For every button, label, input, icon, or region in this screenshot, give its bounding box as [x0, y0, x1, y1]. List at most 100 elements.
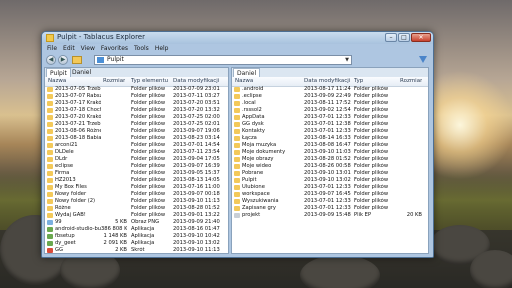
table-row[interactable]: 99 5 KB Obraz PNG 2013-09-09 21:40 — [45, 219, 228, 226]
table-row[interactable]: Wyszukiwania 2013-07-01 12:33 Folder plikó… — [232, 198, 428, 205]
table-row[interactable]: android-studio-bu...386 808 KB Aplikacja 2… — [45, 226, 228, 233]
cell-type: Folder plików — [354, 114, 389, 120]
cell-name: Zapisane gry — [242, 205, 276, 211]
cell-name: Moje wideo — [242, 163, 272, 169]
cell-name: 2013-07-20 Kraków,... — [55, 114, 101, 120]
menu-file[interactable]: File — [47, 45, 57, 54]
column-type[interactable]: Typ elementu — [131, 77, 168, 86]
folder-icon — [47, 150, 53, 155]
column-type[interactable]: Typ — [354, 77, 363, 86]
folder-icon — [234, 171, 240, 176]
table-row[interactable]: 2013-07-05 Trzebinia Folder plików 2013-07… — [45, 86, 228, 93]
table-row[interactable]: .eclipse 2013-09-09 22:49 Folder plików — [232, 93, 428, 100]
table-row[interactable]: workspace 2013-09-07 16:45 Folder plików — [232, 191, 428, 198]
cell-date: 2013-07-01 12:38 — [304, 121, 351, 127]
right-pane[interactable]: Daniel Nazwa Data modyfikacji Typ Rozmia… — [231, 67, 429, 254]
table-row[interactable]: .rsssol2 2013-09-02 12:54 Folder plików — [232, 107, 428, 114]
table-row[interactable]: Pulpit 2013-09-10 13:02 Folder plików — [232, 177, 428, 184]
maximize-button[interactable]: □ — [398, 33, 410, 42]
table-row[interactable]: projekt 2013-09-09 15:48 Plik EP 20 KB — [232, 212, 428, 219]
table-row[interactable]: .android 2013-08-17 11:24 Folder plików — [232, 86, 428, 93]
cell-type: Folder plików — [131, 163, 166, 169]
cell-type: Folder plików — [354, 170, 389, 176]
folder-icon — [47, 122, 53, 127]
left-pane[interactable]: Pulpit Daniel Nazwa Rozmiar Typ elementu… — [44, 67, 229, 254]
table-row[interactable]: Moje obrazy 2013-08-28 01:52 Folder plików — [232, 156, 428, 163]
cell-type: Folder plików — [354, 93, 389, 99]
title-bar[interactable]: Pulpit - Tablacus Explorer – □ ✕ — [42, 32, 433, 44]
table-row[interactable]: Kontakty 2013-07-01 12:33 Folder plików — [232, 128, 428, 135]
table-row[interactable]: 2013-07-20 Kraków,... Folder plików 2013-0… — [45, 114, 228, 121]
table-row[interactable]: .local 2013-08-11 17:52 Folder plików — [232, 100, 428, 107]
table-row[interactable]: Wydaj GAB! Folder plików 2013-09-01 13:22 — [45, 212, 228, 219]
table-row[interactable]: Łącza 2013-08-14 16:33 Folder plików — [232, 135, 428, 142]
rock — [470, 250, 512, 288]
table-row[interactable]: HZ2013 Folder plików 2013-08-13 14:05 — [45, 177, 228, 184]
cell-date: 2013-09-09 21:40 — [173, 219, 220, 225]
table-row[interactable]: 2013-08-18 Babia g... Folder plików 2013-0… — [45, 135, 228, 142]
address-dropdown-icon[interactable]: ▼ — [343, 56, 351, 64]
address-bar[interactable]: Pulpit ▼ — [94, 55, 352, 65]
menu-bar: File Edit View Favorites Tools Help — [45, 45, 430, 54]
table-row[interactable]: 2013-07-07 Rabsztyn Folder plików 2013-07-… — [45, 93, 228, 100]
table-row[interactable]: Moje wideo 2013-08-26 00:58 Folder plików — [232, 163, 428, 170]
cell-type: Folder plików — [131, 191, 166, 197]
cell-date: 2013-09-10 13:01 — [304, 170, 351, 176]
minimize-button[interactable]: – — [385, 33, 397, 42]
column-size[interactable]: Rozmiar — [103, 77, 125, 86]
forward-button[interactable]: ▶ — [58, 55, 68, 65]
table-row[interactable]: Nowy folder (2) Folder plików 2013-09-10 1… — [45, 198, 228, 205]
column-size[interactable]: Rozmiar — [400, 77, 422, 86]
table-row[interactable]: My Box Files Folder plików 2013-07-16 11:0… — [45, 184, 228, 191]
filter-icon[interactable] — [419, 56, 427, 63]
cell-type: Skrót — [131, 247, 145, 253]
table-row[interactable]: DLdr Folder plików 2013-09-04 17:05 — [45, 156, 228, 163]
column-name[interactable]: Nazwa — [48, 77, 66, 86]
folder-icon — [47, 108, 53, 113]
table-row[interactable]: Nowy folder Folder plików 2013-09-07 00:18 — [45, 191, 228, 198]
table-row[interactable]: AppData 2013-07-01 12:33 Folder plików — [232, 114, 428, 121]
column-date[interactable]: Data modyfikacji — [304, 77, 350, 86]
table-row[interactable]: 2013-07-18 Chochło Folder plików 2013-07-2… — [45, 107, 228, 114]
table-row[interactable]: GG dysk 2013-07-01 12:38 Folder plików — [232, 121, 428, 128]
table-row[interactable]: Moje dokumenty 2013-09-10 11:03 Folder pli… — [232, 149, 428, 156]
column-name[interactable]: Nazwa — [235, 77, 253, 86]
menu-tools[interactable]: Tools — [134, 45, 149, 54]
table-row[interactable]: Pobrane 2013-09-10 13:01 Folder plików — [232, 170, 428, 177]
cell-date: 2013-07-01 12:33 — [304, 128, 351, 134]
table-row[interactable]: arconi21 Folder plików 2013-07-01 14:54 — [45, 142, 228, 149]
table-row[interactable]: DLDele Folder plików 2013-07-11 23:54 — [45, 149, 228, 156]
table-row[interactable]: Zapisane gry 2013-07-01 12:33 Folder plikó… — [232, 205, 428, 212]
folder-up-icon[interactable] — [72, 56, 82, 64]
table-row[interactable]: fbsetup 1 148 KB Aplikacja 2013-09-10 10:42 — [45, 233, 228, 240]
menu-help[interactable]: Help — [155, 45, 169, 54]
cell-name: GG — [55, 247, 64, 253]
table-row[interactable]: Ulubione 2013-07-01 12:33 Folder plików — [232, 184, 428, 191]
close-button[interactable]: ✕ — [411, 33, 431, 42]
table-row[interactable]: 2013-07-17 Kraków Folder plików 2013-07-20… — [45, 100, 228, 107]
cell-type: Folder plików — [131, 93, 166, 99]
folder-app-icon — [46, 34, 54, 42]
table-row[interactable]: Różne Folder plików 2013-08-28 01:52 — [45, 205, 228, 212]
table-row[interactable]: Firma Folder plików 2013-09-05 15:37 — [45, 170, 228, 177]
menu-edit[interactable]: Edit — [63, 45, 75, 54]
table-row[interactable]: 2013-07-21 Trzebini... Folder plików 2013-… — [45, 121, 228, 128]
folder-icon — [47, 94, 53, 99]
cell-name: 2013-07-18 Chochło — [55, 107, 101, 113]
column-date[interactable]: Data modyfikacji — [173, 77, 219, 86]
back-button[interactable]: ◀ — [46, 55, 56, 65]
cell-name: 2013-08-18 Babia g... — [55, 135, 101, 141]
cell-size: 5 KB — [115, 219, 127, 225]
menu-favorites[interactable]: Favorites — [101, 45, 128, 54]
table-row[interactable]: 2013-08-06 Różne Folder plików 2013-09-07 … — [45, 128, 228, 135]
explorer-window[interactable]: Pulpit - Tablacus Explorer – □ ✕ File Ed… — [41, 31, 434, 258]
shortcut-icon — [47, 248, 53, 253]
cell-date: 2013-07-25 02:01 — [173, 121, 220, 127]
table-row[interactable]: Moja muzyka 2013-08-08 16:47 Folder plików — [232, 142, 428, 149]
tab-daniel[interactable]: Daniel — [69, 68, 94, 77]
table-row[interactable]: eclipse Folder plików 2013-09-07 16:39 — [45, 163, 228, 170]
table-row[interactable]: GG 2 KB Skrót 2013-09-10 11:13 — [45, 247, 228, 253]
cell-date: 2013-09-10 11:13 — [173, 247, 220, 253]
menu-view[interactable]: View — [81, 45, 95, 54]
table-row[interactable]: dy_geet 2 091 KB Aplikacja 2013-09-10 13:02 — [45, 240, 228, 247]
